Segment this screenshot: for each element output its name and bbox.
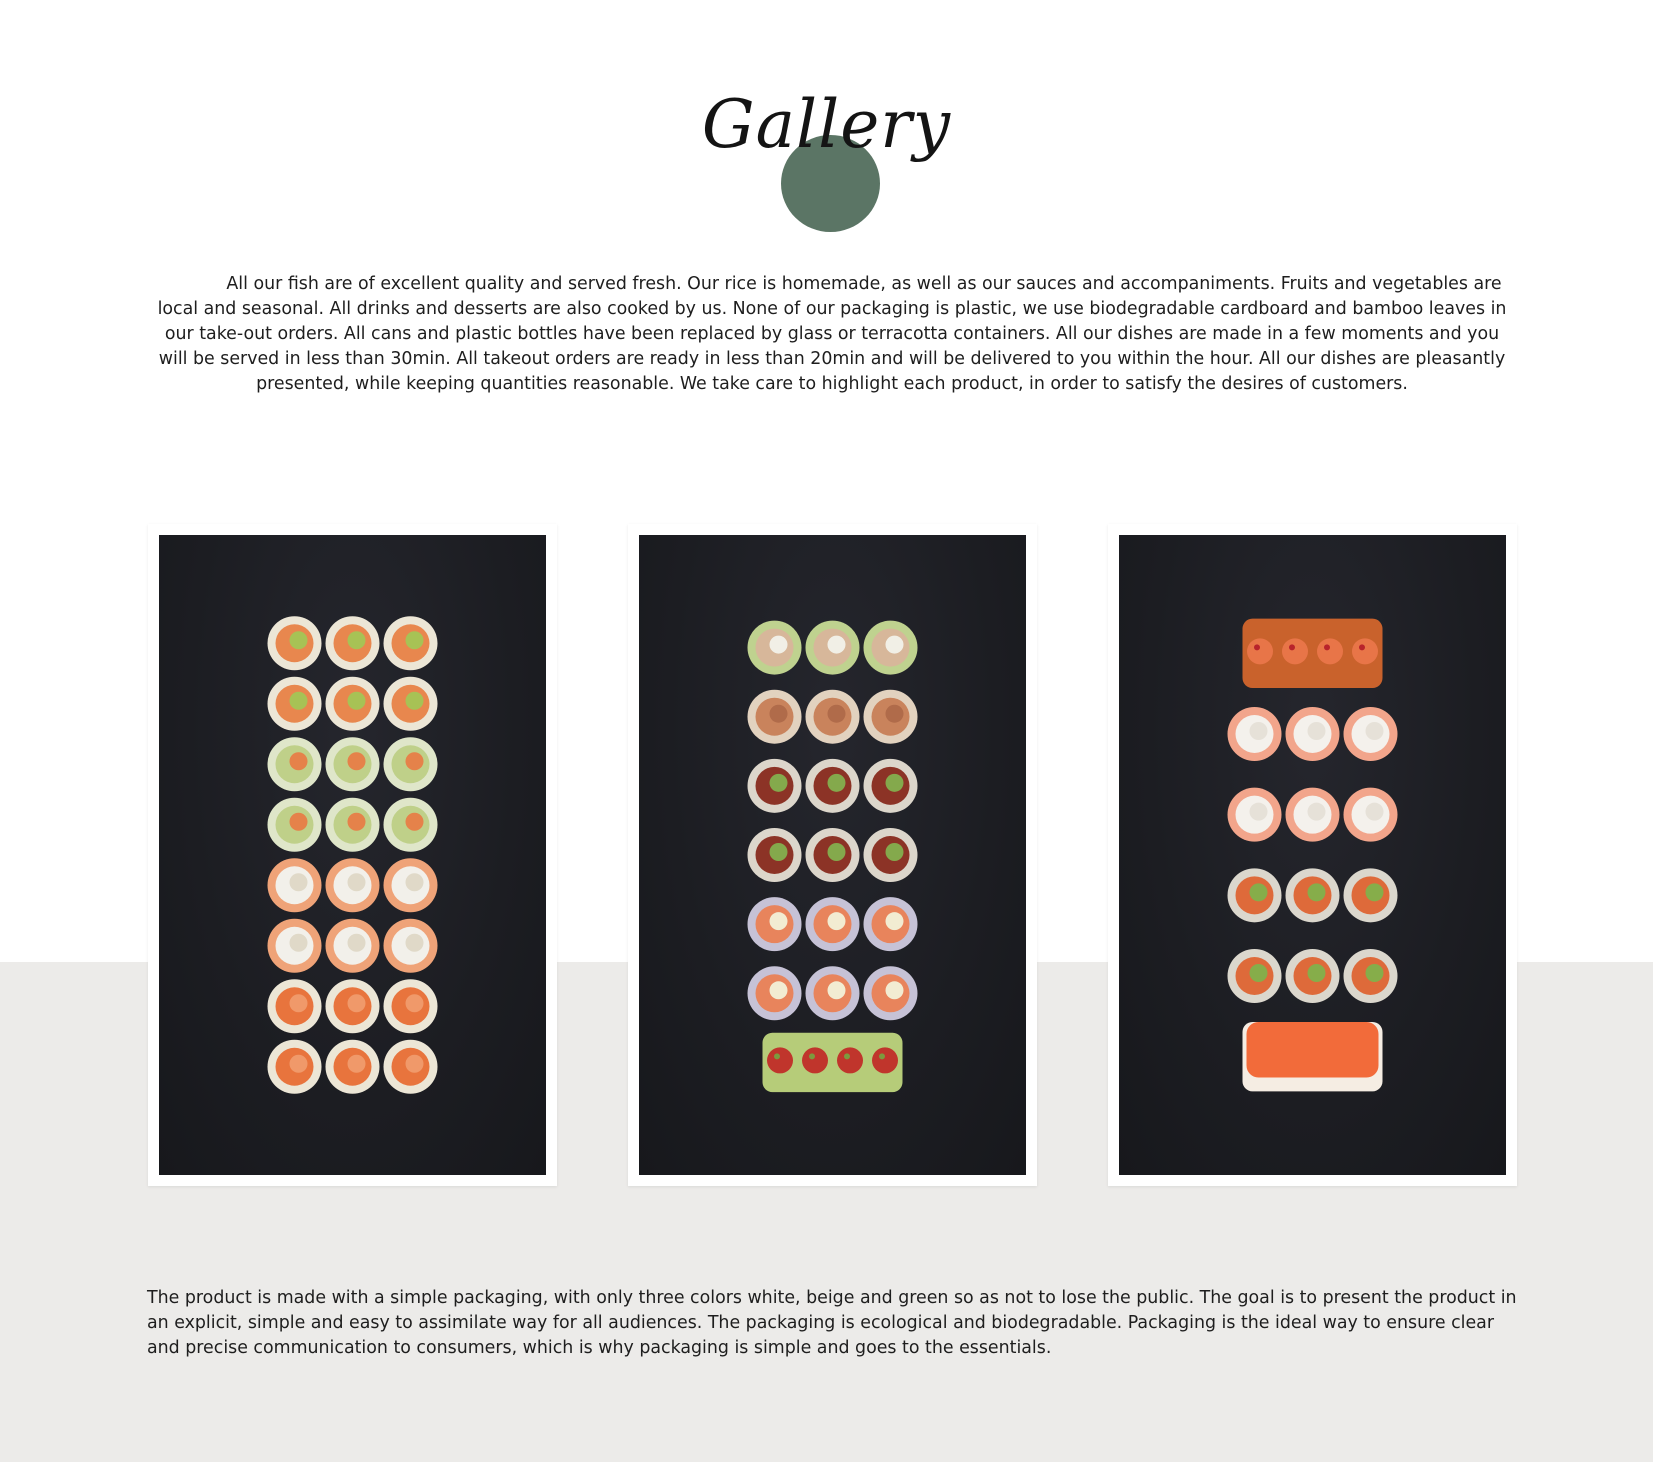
sushi-row xyxy=(267,676,438,731)
sushi-row xyxy=(1242,618,1383,689)
sushi-row xyxy=(1227,787,1398,842)
sushi-row xyxy=(747,758,918,813)
outro-paragraph: The product is made with a simple packag… xyxy=(147,1288,1517,1358)
sushi-row xyxy=(747,689,918,744)
sushi-row xyxy=(267,737,438,792)
sushi-platter-image xyxy=(1119,535,1506,1175)
sushi-row xyxy=(267,858,438,913)
sushi-row xyxy=(747,620,918,675)
gallery-photo-frame[interactable] xyxy=(628,524,1037,1186)
sushi-platter-image xyxy=(639,535,1026,1175)
photo-gallery xyxy=(0,0,1653,1462)
sushi-row xyxy=(747,897,918,952)
sushi-row xyxy=(1227,868,1398,923)
sushi-row xyxy=(747,966,918,1021)
sushi-row xyxy=(1227,707,1398,761)
sushi-row xyxy=(267,616,438,671)
sushi-row xyxy=(267,979,438,1034)
sushi-row xyxy=(747,828,918,882)
gallery-photo-frame[interactable] xyxy=(148,524,557,1186)
sushi-row xyxy=(1227,949,1398,1003)
sushi-platter-image xyxy=(159,535,546,1175)
sushi-row xyxy=(267,1039,438,1094)
sushi-row xyxy=(1242,1021,1383,1092)
sushi-row xyxy=(267,797,438,852)
gallery-photo-frame[interactable] xyxy=(1108,524,1517,1186)
sushi-row xyxy=(267,918,438,973)
sushi-row xyxy=(762,1032,903,1093)
